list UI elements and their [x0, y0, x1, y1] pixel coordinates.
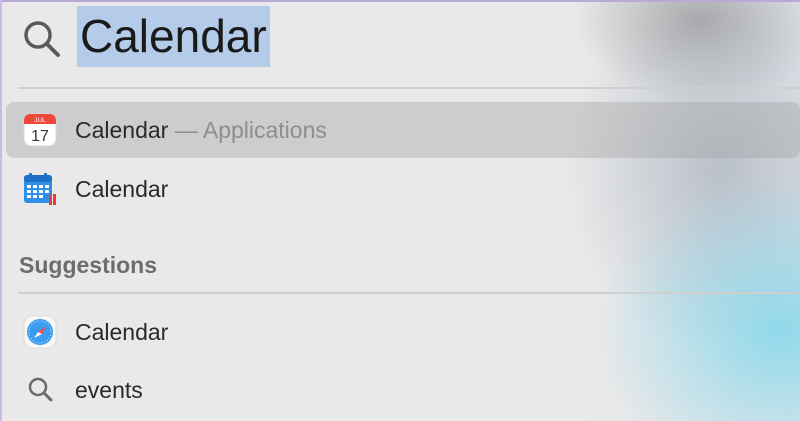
- calendar-app-icon: JUL 17: [23, 113, 57, 147]
- result-calendar-item[interactable]: Calendar: [6, 161, 800, 217]
- result-calendar-application[interactable]: JUL 17 Calendar — Applications: [6, 102, 800, 158]
- search-bar: Calendar: [0, 0, 800, 86]
- search-icon: [24, 21, 60, 57]
- calendar-icon-day: 17: [31, 128, 49, 145]
- suggestion-label: events: [75, 376, 143, 403]
- suggestions-header: Suggestions: [19, 252, 158, 278]
- divider: [18, 292, 800, 294]
- suggestion-label: Calendar: [75, 318, 169, 345]
- suggestion-events[interactable]: events: [6, 362, 800, 418]
- safari-compass-icon: [23, 315, 57, 349]
- calendar-icon-month: JUL: [34, 117, 46, 124]
- result-title: Calendar: [75, 116, 169, 143]
- result-title: Calendar: [75, 175, 169, 202]
- search-input[interactable]: Calendar: [77, 6, 270, 67]
- calendar-grid-icon: [24, 173, 56, 205]
- result-label: Calendar — Applications: [75, 117, 327, 144]
- suggestion-calendar[interactable]: Calendar: [6, 304, 800, 360]
- spotlight-window: Calendar JUL 17 Calendar — Applications: [0, 0, 800, 421]
- result-subtitle: — Applications: [168, 116, 327, 143]
- divider: [18, 87, 800, 89]
- search-icon: [28, 377, 53, 402]
